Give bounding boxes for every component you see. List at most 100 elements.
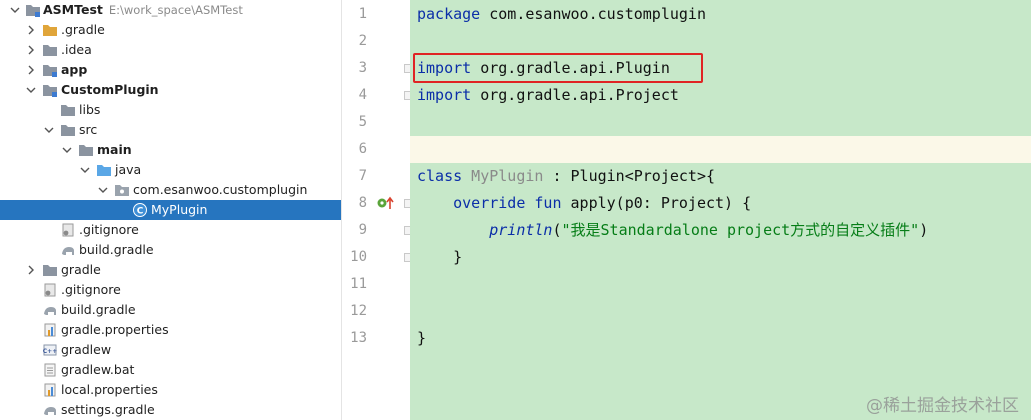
caret-line-highlight [410,136,1031,163]
tree-item-label: app [61,62,88,77]
module-folder-icon [43,83,57,97]
tree-item-label: gradle [61,262,101,277]
line-number: 4 [358,87,367,103]
tree-item-local-properties[interactable]: local.properties [0,380,341,400]
code-text: ( [552,221,562,239]
line-number: 7 [358,168,367,184]
tree-item-customplugin[interactable]: CustomPlugin [0,80,341,100]
code-text: : Plugin<Project>{ [543,167,716,185]
tree-item-label: CustomPlugin [61,82,159,97]
project-tree[interactable]: ASMTest E:\work_space\ASMTest .gradle .id… [0,0,342,420]
chevron-down-icon[interactable] [44,125,54,135]
tree-item-myplugin[interactable]: C MyPlugin [0,200,341,220]
gitignore-file-icon [43,283,57,297]
tree-item-gitignore[interactable]: .gitignore [0,220,341,240]
line-number: 12 [350,303,367,319]
tree-item-root-gitignore[interactable]: .gitignore [0,280,341,300]
chevron-right-icon[interactable] [26,265,36,275]
code-line-9[interactable]: println("我是Standardalone project方式的自定义插件… [417,217,928,244]
folder-orange-icon [43,23,57,37]
tree-item-label: libs [79,102,101,117]
code-line-13[interactable]: } [417,325,426,352]
chevron-down-icon[interactable] [26,85,36,95]
tree-item-gradlew[interactable]: C++ gradlew [0,340,341,360]
source-folder-icon [97,163,111,177]
folder-icon [43,43,57,57]
code-line-10[interactable]: } [417,244,462,271]
package-icon [115,183,129,197]
gradle-file-icon [61,243,75,257]
tree-item-root-build-gradle[interactable]: build.gradle [0,300,341,320]
line-number: 1 [358,6,367,22]
highlight-box [413,53,703,83]
keyword: override [453,194,526,212]
chevron-right-icon[interactable] [26,25,36,35]
line-number: 3 [358,60,367,76]
tree-item-label: .gitignore [61,282,121,297]
line-number: 2 [358,33,367,49]
chevron-down-icon[interactable] [98,185,108,195]
line-number: 8 [358,195,367,211]
tree-item-label: gradlew [61,342,112,357]
class-name: MyPlugin [462,167,544,185]
module-folder-icon [26,3,40,17]
tree-item-label: build.gradle [61,302,136,317]
project-path: E:\work_space\ASMTest [108,3,243,17]
tree-item-gradlew-bat[interactable]: gradlew.bat [0,360,341,380]
code-line-1[interactable]: package com.esanwoo.customplugin [417,1,706,28]
kotlin-class-icon: C [133,203,147,217]
folder-icon [61,123,75,137]
line-number: 10 [350,249,367,265]
tree-item-label: main [97,142,132,157]
tree-item-idea[interactable]: .idea [0,40,341,60]
tree-item-app[interactable]: app [0,60,341,80]
tree-item-java[interactable]: java [0,160,341,180]
folder-icon [61,103,75,117]
tree-item-label: java [115,162,142,177]
line-number: 13 [350,330,367,346]
tree-item-label: .gradle [61,22,105,37]
tree-item-label: gradlew.bat [61,362,135,377]
keyword: class [417,167,463,185]
tree-item-dot-gradle[interactable]: .gradle [0,20,341,40]
tree-item-asmtest[interactable]: ASMTest E:\work_space\ASMTest [0,0,341,20]
chevron-down-icon[interactable] [80,165,90,175]
tree-item-src[interactable]: src [0,120,341,140]
chevron-down-icon[interactable] [10,5,20,15]
tree-item-label: settings.gradle [61,402,155,417]
svg-text:C: C [137,207,144,217]
chevron-right-icon[interactable] [26,65,36,75]
keyword: package [417,5,481,23]
override-marker-icon[interactable] [376,194,396,212]
script-file-icon: C++ [43,343,57,357]
tree-item-package[interactable]: com.esanwoo.customplugin [0,180,341,200]
tree-item-label: src [79,122,98,137]
code-text: com.esanwoo.customplugin [480,5,706,23]
chevron-right-icon[interactable] [26,45,36,55]
tree-item-label: .gitignore [79,222,139,237]
tree-item-libs[interactable]: libs [0,100,341,120]
gitignore-file-icon [61,223,75,237]
tree-item-main[interactable]: main [0,140,341,160]
module-folder-icon [43,63,57,77]
svg-text:C++: C++ [43,348,57,355]
watermark: @稀土掘金技术社区 [866,396,1019,416]
chevron-down-icon[interactable] [62,145,72,155]
tree-item-build-gradle[interactable]: build.gradle [0,240,341,260]
code-line-8[interactable]: override fun apply(p0: Project) { [417,190,751,217]
tree-item-gradle-folder[interactable]: gradle [0,260,341,280]
text-file-icon [43,363,57,377]
code-line-7[interactable]: class MyPlugin : Plugin<Project>{ [417,163,715,190]
folder-icon [79,143,93,157]
keyword: fun [525,194,562,212]
keyword: import [417,86,472,104]
tree-item-label: .idea [61,42,92,57]
function-call: println [489,221,553,239]
tree-item-settings-gradle[interactable]: settings.gradle [0,400,341,420]
code-line-4[interactable]: import org.gradle.api.Project [417,82,679,109]
tree-item-label: build.gradle [79,242,154,257]
tree-item-gradle-properties[interactable]: gradle.properties [0,320,341,340]
tree-item-label: MyPlugin [151,202,208,217]
